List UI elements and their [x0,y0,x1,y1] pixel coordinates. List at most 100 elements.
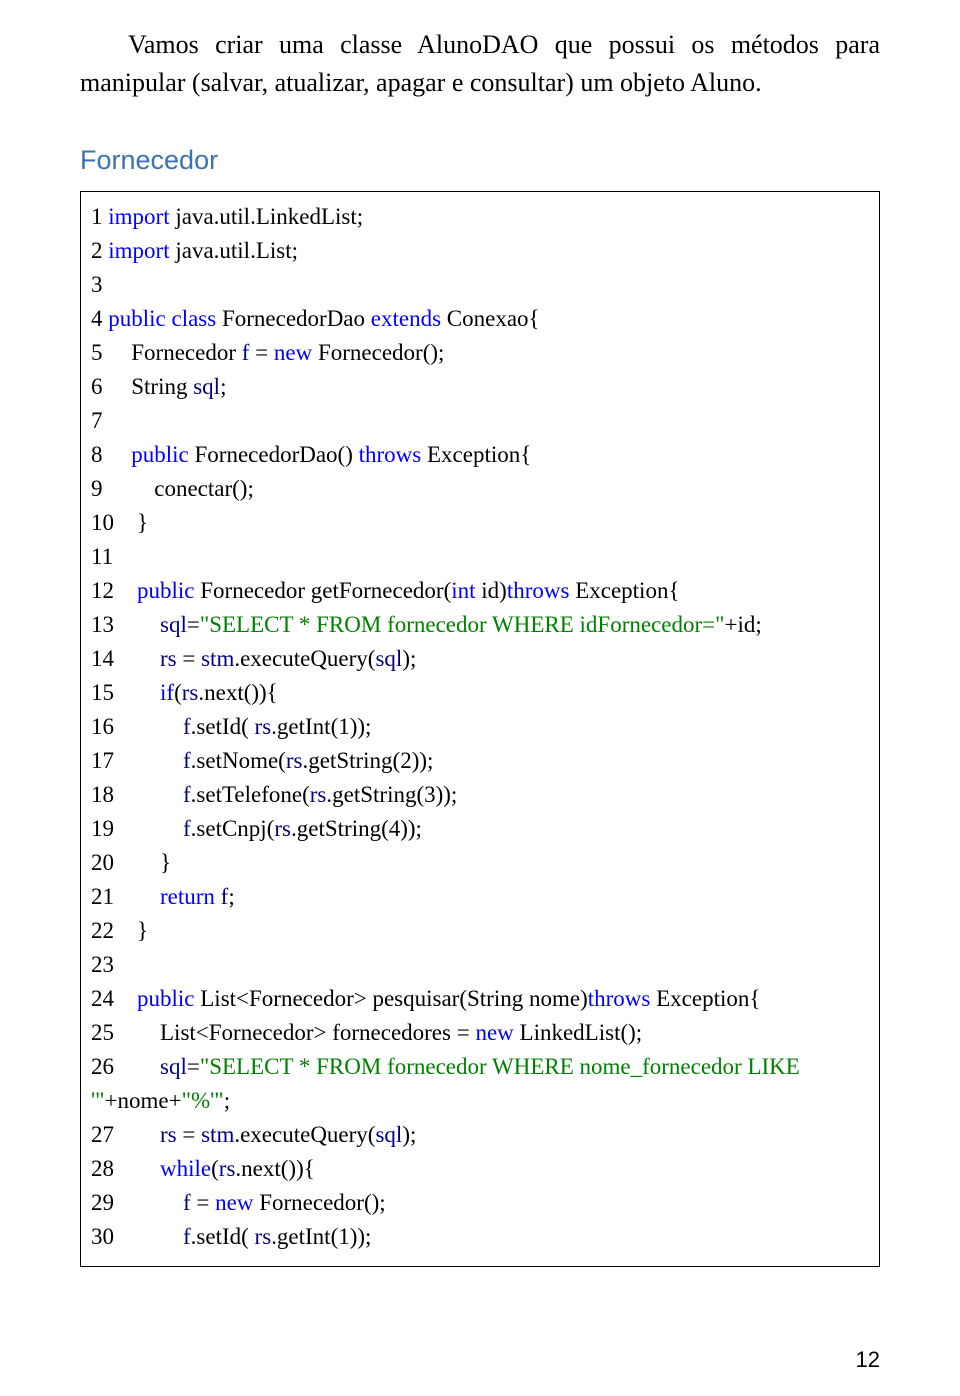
code-token: 10 } [91,510,148,535]
code-token: id) [476,578,507,603]
code-token: import [108,238,169,263]
code-line: 3 [91,268,869,302]
code-token: 18 [91,782,183,807]
code-line: 1 import java.util.LinkedList; [91,200,869,234]
code-token: 1 [91,204,108,229]
code-token: 2 [91,238,108,263]
code-line: 21 return f; [91,880,869,914]
code-line: 30 f.setId( rs.getInt(1)); [91,1220,869,1254]
code-token: public [137,578,195,603]
code-line: 18 f.setTelefone(rs.getString(3)); [91,778,869,812]
code-token: "SELECT * FROM fornecedor WHERE idFornec… [200,612,725,637]
code-token: +nome+ [105,1088,182,1113]
code-token: ; [220,374,226,399]
code-line: 16 f.setId( rs.getInt(1)); [91,710,869,744]
code-token: 11 [91,544,113,569]
code-token: ; [224,1088,230,1113]
code-token: Exception{ [421,442,531,467]
code-token: import [108,204,169,229]
code-token: 16 [91,714,183,739]
page-container: Vamos criar uma classe AlunoDAO que poss… [0,0,960,1396]
code-token: = [187,612,200,637]
code-line: 6 String sql; [91,370,869,404]
code-token: rs [219,1156,236,1181]
page-number: 12 [856,1344,880,1376]
code-token: rs [182,680,199,705]
code-token: stm [201,646,234,671]
code-token: .getInt(1)); [271,714,371,739]
code-token: 24 [91,986,137,1011]
code-token: rs [255,714,272,739]
code-token: 3 [91,272,108,297]
code-line: 5 Fornecedor f = new Fornecedor(); [91,336,869,370]
code-box: 1 import java.util.LinkedList; 2 import j… [80,191,880,1268]
code-token: 26 [91,1054,160,1079]
code-line: 14 rs = stm.executeQuery(sql); [91,642,869,676]
code-token: rs [274,816,291,841]
code-token: '" [91,1088,105,1113]
code-token: 21 [91,884,160,909]
code-token: = [177,646,201,671]
code-token: .getString(3)); [326,782,457,807]
code-token: sql [193,374,220,399]
code-token: sql [375,646,402,671]
code-token: 12 [91,578,137,603]
code-token: f [183,714,191,739]
code-token: 7 [91,408,108,433]
code-line: 17 f.setNome(rs.getString(2)); [91,744,869,778]
code-token: 19 [91,816,183,841]
code-line: '"+nome+"%'"; [91,1084,869,1118]
code-token: .setCnpj( [191,816,275,841]
code-token: 20 } [91,850,171,875]
code-token: 25 List<Fornecedor> fornecedores = [91,1020,475,1045]
code-token: f [183,748,191,773]
code-token: ; [228,884,234,909]
code-token: .setTelefone( [191,782,310,807]
code-token: java.util.List; [170,238,298,263]
code-token: = [191,1190,215,1215]
code-token: LinkedList(); [514,1020,642,1045]
code-token: rs [286,748,303,773]
code-token: 27 [91,1122,160,1147]
code-token: "%'" [182,1088,224,1113]
code-line: 20 } [91,846,869,880]
code-line: 13 sql="SELECT * FROM fornecedor WHERE i… [91,608,869,642]
code-token: ); [402,1122,416,1147]
code-token: 29 [91,1190,183,1215]
code-line: 24 public List<Fornecedor> pesquisar(Str… [91,982,869,1016]
code-token: List<Fornecedor> pesquisar(String nome) [195,986,588,1011]
code-token: Fornecedor(); [253,1190,385,1215]
code-token: int [451,578,475,603]
code-token: Conexao{ [441,306,540,331]
code-token: = [177,1122,201,1147]
code-token: throws [359,442,422,467]
code-token: stm [201,1122,234,1147]
code-line: 11 [91,540,869,574]
code-token: ); [402,646,416,671]
code-token: 17 [91,748,183,773]
code-token: 23 [91,952,114,977]
code-line: 7 [91,404,869,438]
code-line: 19 f.setCnpj(rs.getString(4)); [91,812,869,846]
code-token: f [183,1224,191,1249]
code-token: public [137,986,195,1011]
code-token: new [475,1020,513,1045]
intro-paragraph: Vamos criar uma classe AlunoDAO que poss… [80,26,880,101]
code-token: = [187,1054,200,1079]
code-token: .next()){ [198,680,277,705]
code-token: sql [160,1054,187,1079]
code-token: .setId( [191,1224,255,1249]
code-token: rs [160,646,177,671]
code-line: 23 [91,948,869,982]
code-line: 27 rs = stm.executeQuery(sql); [91,1118,869,1152]
code-token: 9 conectar(); [91,476,254,501]
code-token: rs [310,782,327,807]
intro-text: Vamos criar uma classe AlunoDAO que poss… [80,26,880,101]
code-token: Exception{ [569,578,679,603]
code-token: Exception{ [650,986,760,1011]
code-token: sql [375,1122,402,1147]
code-token: return [160,884,221,909]
code-token: 6 String [91,374,193,399]
code-token: .getString(2)); [302,748,433,773]
code-token: new [274,340,312,365]
